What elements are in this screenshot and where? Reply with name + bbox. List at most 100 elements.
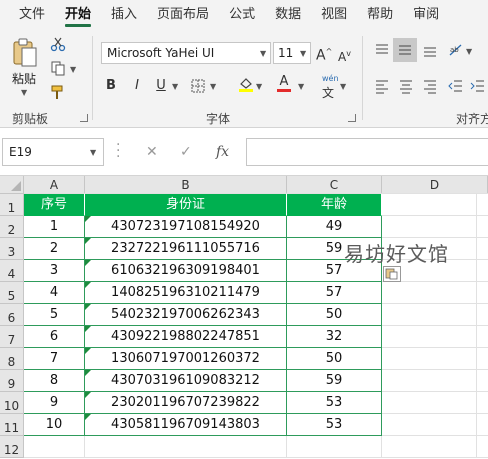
cell-b10[interactable]: 230201196707239822 (85, 392, 287, 414)
tab-8[interactable]: 审阅 (403, 0, 449, 30)
name-box-dropdown-icon[interactable]: ▼ (90, 148, 96, 157)
cell-c6[interactable]: 50 (287, 304, 382, 326)
row-header[interactable]: 3 (0, 238, 24, 260)
cell-a9[interactable]: 8 (24, 370, 85, 392)
font-name-select[interactable]: Microsoft YaHei UI (101, 42, 271, 64)
cell-b5[interactable]: 140825196310211479 (85, 282, 287, 304)
tab-2[interactable]: 插入 (101, 0, 147, 30)
font-color-button[interactable]: A (277, 72, 291, 92)
cell-a3[interactable]: 2 (24, 238, 85, 260)
cell-c10[interactable]: 53 (287, 392, 382, 414)
tab-3[interactable]: 页面布局 (147, 0, 219, 30)
row-header[interactable]: 1 (0, 194, 24, 216)
align-left-icon[interactable] (374, 78, 390, 94)
row-header[interactable]: 12 (0, 436, 24, 458)
phonetic-guide-button[interactable]: wén (322, 74, 339, 83)
row-header[interactable]: 6 (0, 304, 24, 326)
paste-dropdown-icon[interactable]: ▼ (21, 88, 27, 97)
row-header[interactable]: 11 (0, 414, 24, 436)
paste-icon[interactable] (12, 38, 38, 68)
fill-color-dropdown-icon[interactable]: ▼ (256, 82, 262, 91)
cell-c11[interactable]: 53 (287, 414, 382, 436)
formula-input[interactable] (246, 138, 488, 166)
row-header[interactable]: 9 (0, 370, 24, 392)
cell-c1[interactable]: 年龄 (287, 194, 382, 216)
increase-font-size-button[interactable]: A^ (316, 42, 332, 64)
align-middle-button[interactable] (393, 38, 417, 62)
tab-4[interactable]: 公式 (219, 0, 265, 30)
fill-color-icon[interactable] (238, 76, 254, 92)
orientation-icon[interactable]: ab (448, 42, 464, 58)
row-header[interactable]: 2 (0, 216, 24, 238)
format-painter-icon[interactable] (50, 84, 66, 100)
cell-b11[interactable]: 430581196709143803 (85, 414, 287, 436)
worksheet-grid[interactable]: A B C D 1 2 3 4 5 6 7 8 9 10 11 12 序号 身份证 年龄 1 4307231971081… (0, 176, 488, 459)
font-launcher-icon[interactable] (348, 114, 356, 122)
font-color-dropdown-icon[interactable]: ▼ (298, 82, 304, 91)
cell-a6[interactable]: 5 (24, 304, 85, 326)
cell-a2[interactable]: 1 (24, 216, 85, 238)
italic-button[interactable]: I (130, 76, 144, 96)
tab-5[interactable]: 数据 (265, 0, 311, 30)
tab-7[interactable]: 帮助 (357, 0, 403, 30)
select-all-button[interactable] (0, 176, 24, 194)
cell-b3[interactable]: 232722196111055716 (85, 238, 287, 260)
cell-c5[interactable]: 57 (287, 282, 382, 304)
decrease-indent-icon[interactable] (448, 78, 464, 94)
tab-0[interactable]: 文件 (9, 0, 55, 30)
cell-a1[interactable]: 序号 (24, 194, 85, 216)
enter-icon[interactable]: ✓ (180, 144, 192, 160)
row-header[interactable]: 10 (0, 392, 24, 414)
column-header-b[interactable]: B (85, 176, 287, 194)
row-header[interactable]: 7 (0, 326, 24, 348)
orientation-dropdown-icon[interactable]: ▼ (466, 47, 472, 56)
cell-b2[interactable]: 430723197108154920 (85, 216, 287, 238)
align-right-icon[interactable] (422, 78, 438, 94)
cell-a5[interactable]: 4 (24, 282, 85, 304)
cell-a8[interactable]: 7 (24, 348, 85, 370)
cell-a4[interactable]: 3 (24, 260, 85, 282)
cell-b7[interactable]: 430922198802247851 (85, 326, 287, 348)
row-header[interactable]: 4 (0, 260, 24, 282)
cell-b1[interactable]: 身份证 (85, 194, 287, 216)
cell-c2[interactable]: 49 (287, 216, 382, 238)
row-header[interactable]: 5 (0, 282, 24, 304)
increase-indent-icon[interactable] (470, 78, 486, 94)
cell-a7[interactable]: 6 (24, 326, 85, 348)
border-dropdown-icon[interactable]: ▼ (210, 82, 216, 91)
cell-b9[interactable]: 430703196109083212 (85, 370, 287, 392)
tab-1[interactable]: 开始 (55, 0, 101, 30)
font-name-dropdown-icon[interactable]: ▼ (260, 49, 266, 58)
insert-function-icon[interactable]: fx (216, 144, 229, 160)
align-bottom-icon[interactable] (422, 42, 438, 58)
bold-button[interactable]: B (104, 76, 118, 96)
align-center-icon[interactable] (398, 78, 414, 94)
paste-options-icon[interactable] (383, 266, 401, 282)
name-box[interactable]: E19 (2, 138, 104, 166)
border-icon[interactable] (190, 78, 206, 94)
cut-icon[interactable] (50, 36, 66, 52)
font-size-dropdown-icon[interactable]: ▼ (300, 49, 306, 58)
cell-a10[interactable]: 9 (24, 392, 85, 414)
cancel-icon[interactable]: ✕ (146, 144, 158, 160)
cell-b8[interactable]: 130607197001260372 (85, 348, 287, 370)
phonetic-dropdown-icon[interactable]: ▼ (340, 82, 346, 91)
cell-a11[interactable]: 10 (24, 414, 85, 436)
column-header-c[interactable]: C (287, 176, 382, 194)
column-header-a[interactable]: A (24, 176, 85, 194)
cell-b4[interactable]: 610632196309198401 (85, 260, 287, 282)
cell-b6[interactable]: 540232197006262343 (85, 304, 287, 326)
cell-c8[interactable]: 50 (287, 348, 382, 370)
underline-button[interactable]: U (154, 76, 168, 96)
more-options-icon[interactable]: · · · (116, 138, 120, 164)
cell-c9[interactable]: 59 (287, 370, 382, 392)
copy-dropdown-icon[interactable]: ▼ (70, 65, 76, 74)
cell-c7[interactable]: 32 (287, 326, 382, 348)
underline-dropdown-icon[interactable]: ▼ (172, 82, 178, 91)
row-header[interactable]: 8 (0, 348, 24, 370)
decrease-font-size-button[interactable]: Av (338, 44, 351, 64)
paste-button[interactable]: 粘贴 (12, 70, 36, 87)
copy-icon[interactable] (50, 60, 66, 76)
tab-6[interactable]: 视图 (311, 0, 357, 30)
column-header-d[interactable]: D (382, 176, 488, 194)
